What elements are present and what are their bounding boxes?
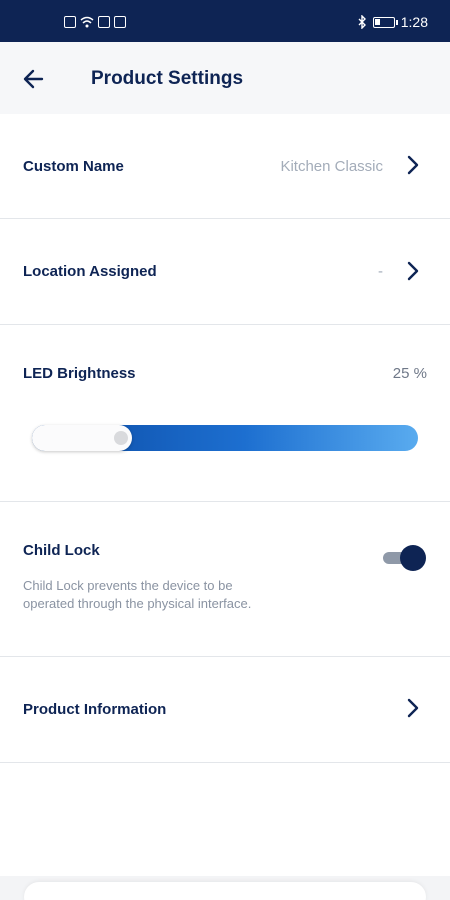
- arrow-left-icon[interactable]: [20, 64, 50, 94]
- led-brightness-label: LED Brightness: [23, 365, 136, 382]
- slider-thumb[interactable]: [114, 431, 128, 445]
- battery-icon: [372, 16, 398, 28]
- product-information-label: Product Information: [23, 701, 167, 718]
- notification-icon: [64, 16, 76, 28]
- status-notification-icons: [64, 16, 126, 28]
- led-brightness-row: LED Brightness 25 %: [0, 325, 450, 502]
- bluetooth-icon: [358, 15, 366, 29]
- mail-icon: [98, 16, 110, 28]
- app-bar: Product Settings: [0, 42, 450, 114]
- led-brightness-value: 25 %: [392, 365, 427, 382]
- bottom-card: [24, 882, 426, 900]
- child-lock-toggle[interactable]: [383, 545, 426, 571]
- chevron-right-icon[interactable]: [404, 260, 422, 282]
- child-lock-row: Child Lock Child Lock prevents the devic…: [0, 502, 450, 657]
- status-time: 1:28: [400, 14, 428, 30]
- wifi-icon: [80, 16, 94, 28]
- product-information-row[interactable]: Product Information: [0, 657, 450, 763]
- led-brightness-slider[interactable]: [32, 425, 418, 451]
- custom-name-row[interactable]: Custom Name Kitchen Classic: [0, 114, 450, 219]
- chevron-right-icon[interactable]: [404, 697, 422, 719]
- location-label: Location Assigned: [23, 263, 157, 280]
- child-lock-description: Child Lock prevents the device to be ope…: [23, 578, 252, 611]
- page-title: Product Settings: [91, 68, 244, 89]
- custom-name-label: Custom Name: [23, 158, 124, 175]
- status-system-icons: 1:28: [357, 14, 428, 30]
- status-bar: 1:28: [0, 0, 450, 42]
- custom-name-value: Kitchen Classic: [280, 158, 383, 175]
- location-value: -: [378, 263, 383, 280]
- gallery-icon: [114, 16, 126, 28]
- toggle-knob: [400, 545, 426, 571]
- chevron-right-icon[interactable]: [404, 154, 422, 176]
- location-row[interactable]: Location Assigned -: [0, 219, 450, 325]
- child-lock-label: Child Lock: [23, 542, 100, 559]
